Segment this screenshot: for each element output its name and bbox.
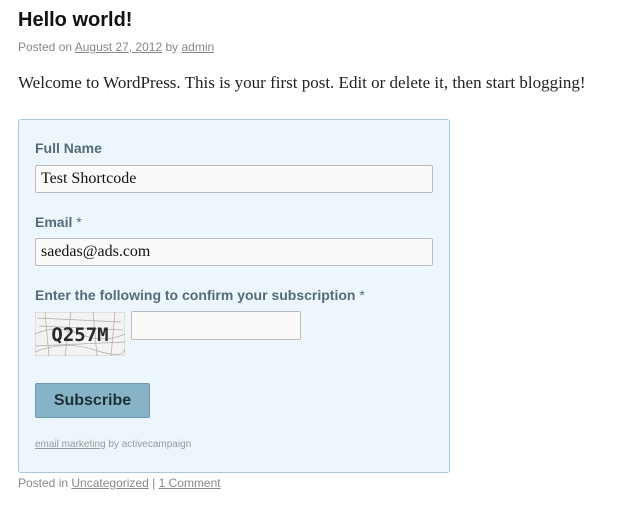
subscribe-button[interactable]: Subscribe — [35, 383, 150, 418]
footer-separator: | — [152, 476, 156, 490]
post-content: Welcome to WordPress. This is your first… — [18, 73, 586, 92]
full-name-input[interactable] — [35, 165, 433, 193]
posted-on-label: Posted on — [18, 40, 73, 54]
credits: email marketing by activecampaign — [35, 439, 191, 450]
post-footer: Posted in Uncategorized | 1 Comment — [18, 476, 221, 490]
post-meta: Posted on August 27, 2012 by admin — [18, 40, 214, 54]
subscription-form: Full Name Email * Enter the following to… — [18, 119, 450, 473]
required-mark: * — [359, 287, 365, 303]
required-mark: * — [76, 214, 82, 230]
email-marketing-link[interactable]: email marketing — [35, 439, 106, 450]
by-label: by — [165, 40, 179, 54]
captcha-label: Enter the following to confirm your subs… — [35, 287, 365, 303]
captcha-input[interactable] — [131, 311, 301, 340]
email-label: Email * — [35, 214, 82, 230]
captcha-image: Q257M — [35, 312, 125, 356]
category-link[interactable]: Uncategorized — [71, 476, 148, 490]
credit-suffix: by activecampaign — [108, 439, 192, 450]
posted-in-label: Posted in — [18, 476, 69, 490]
author-link[interactable]: admin — [182, 40, 215, 54]
full-name-label: Full Name — [35, 140, 102, 156]
post-title[interactable]: Hello world! — [18, 9, 132, 32]
post-date-link[interactable]: August 27, 2012 — [75, 40, 162, 54]
captcha-text: Q257M — [51, 324, 108, 346]
email-input[interactable] — [35, 238, 433, 266]
comments-link[interactable]: 1 Comment — [159, 476, 221, 490]
